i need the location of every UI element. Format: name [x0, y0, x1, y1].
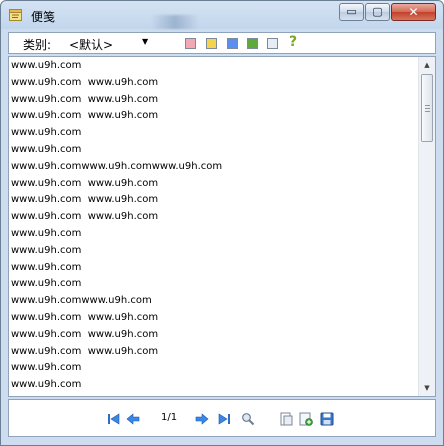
note-line: www.u9h.comwww.u9h.comwww.u9h.com — [11, 160, 223, 172]
new-note-icon[interactable] — [279, 412, 293, 426]
color-white-button[interactable] — [267, 38, 278, 49]
note-line: www.u9h.com — [11, 60, 82, 71]
note-line: www.u9h.com — [11, 362, 82, 374]
note-line: www.u9h.com — [11, 244, 82, 256]
note-text-area[interactable]: www.u9h.com www.u9h.com www.u9h.com www.u9… — [8, 56, 436, 397]
note-line: www.u9h.com — [11, 261, 82, 273]
note-lines: www.u9h.com www.u9h.com www.u9h.com www.u9… — [11, 58, 222, 394]
category-toolbar: 类别: <默认> ▼ ? — [8, 32, 436, 54]
note-line: www.u9h.com www.u9h.com — [11, 194, 159, 206]
note-line: www.u9h.com — [11, 379, 82, 391]
note-line: www.u9h.com www.u9h.com — [11, 110, 159, 122]
title-bar-blur — [151, 15, 199, 29]
note-line: www.u9h.com www.u9h.com — [11, 177, 159, 189]
grip-line — [425, 108, 430, 109]
color-green-button[interactable] — [247, 38, 258, 49]
last-page-icon[interactable] — [217, 412, 231, 426]
next-page-icon[interactable] — [195, 412, 209, 426]
minimize-button[interactable]: ▭ — [339, 3, 364, 21]
scroll-up-icon[interactable]: ▲ — [420, 58, 434, 72]
note-line: www.u9h.com www.u9h.com — [11, 76, 159, 88]
note-app-icon — [9, 9, 22, 21]
scroll-thumb[interactable] — [421, 74, 433, 142]
note-window: 便笺 ▭ ▢ ✕ 类别: <默认> ▼ ? www.u9h.com www.u9h… — [0, 0, 444, 446]
note-line: www.u9h.com www.u9h.com — [11, 345, 159, 357]
first-page-icon[interactable] — [107, 412, 121, 426]
search-icon[interactable] — [241, 412, 255, 426]
previous-page-icon[interactable] — [126, 412, 140, 426]
navigation-bar: 1/1 — [8, 399, 436, 437]
close-icon: ✕ — [408, 5, 419, 19]
color-yellow-button[interactable] — [206, 38, 217, 49]
window-title: 便笺 — [31, 10, 56, 24]
color-blue-button[interactable] — [227, 38, 238, 49]
note-line: www.u9h.com www.u9h.com — [11, 93, 159, 105]
note-line: www.u9h.com — [11, 278, 82, 290]
category-value: <默认> — [69, 38, 114, 52]
scroll-down-icon[interactable]: ▼ — [420, 381, 434, 395]
save-icon[interactable] — [320, 412, 334, 426]
note-line: www.u9h.com www.u9h.com — [11, 328, 159, 340]
minimize-icon: ▭ — [346, 5, 357, 18]
maximize-icon: ▢ — [372, 5, 383, 18]
add-note-icon[interactable] — [299, 412, 313, 426]
help-icon[interactable]: ? — [289, 34, 297, 50]
vertical-scrollbar[interactable]: ▲ ▼ — [418, 57, 435, 396]
note-line: www.u9h.com — [11, 143, 82, 155]
close-button[interactable]: ✕ — [391, 3, 436, 21]
note-line: www.u9h.com — [11, 127, 82, 139]
note-line: www.u9h.com www.u9h.com — [11, 211, 159, 223]
category-label: 类别: — [23, 38, 52, 52]
page-indicator: 1/1 — [161, 412, 178, 423]
note-line: www.u9h.com www.u9h.com — [11, 311, 159, 323]
title-bar[interactable]: 便笺 ▭ ▢ ✕ — [1, 1, 443, 29]
grip-line — [425, 111, 430, 112]
chevron-down-icon[interactable]: ▼ — [142, 37, 148, 46]
note-line: www.u9h.comwww.u9h.com — [11, 295, 152, 307]
note-line: www.u9h.com — [11, 227, 82, 239]
maximize-button[interactable]: ▢ — [365, 3, 390, 21]
grip-line — [425, 105, 430, 106]
color-pink-button[interactable] — [185, 38, 196, 49]
